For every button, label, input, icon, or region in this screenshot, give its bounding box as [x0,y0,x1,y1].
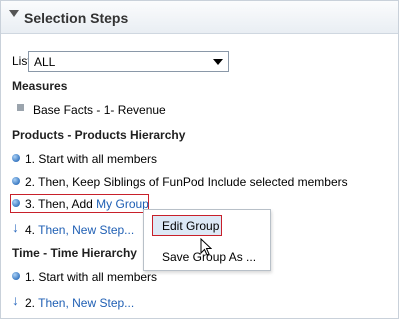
products-heading: Products - Products Hierarchy [12,128,186,142]
mouse-cursor-icon [200,238,212,256]
time-step-1-label: 1. Start with all members [25,270,158,284]
list-select-value: ALL [34,55,56,69]
products-step-2-label: 2. Then, Keep Siblings of FunPod Include… [25,175,348,189]
products-step-4-label: 4. Then, New Step... [25,223,134,237]
time-step-2-label: 2. Then, New Step... [25,296,134,310]
step-4-prefix: 4. [25,223,39,237]
list-select[interactable]: ALL [28,51,229,72]
edit-group-menu-item[interactable]: Edit Group [152,215,222,236]
edit-group-label: Edit Group [162,219,220,233]
dropdown-arrow-icon[interactable] [213,59,223,65]
products-step-1-label: 1. Start with all members [25,152,158,166]
square-bullet-icon [17,104,24,111]
down-arrow-icon: ↓ [12,292,19,308]
down-arrow-icon: ↓ [12,219,19,235]
blue-bullet-icon [12,177,20,185]
time-new-step-link[interactable]: Then, New Step... [38,296,134,310]
blue-bullet-icon [12,199,20,207]
panel-title: Selection Steps [24,10,129,26]
panel-header[interactable]: Selection Steps [1,1,398,34]
time-step-2-prefix: 2. [25,296,39,310]
selection-steps-panel: Selection Steps List ALL Measures Base F… [0,0,399,319]
products-step-3-label: 3. Then, Add My Group [25,197,149,211]
blue-bullet-icon [12,154,20,162]
products-new-step-link[interactable]: Then, New Step... [38,223,134,237]
measures-heading: Measures [12,79,68,93]
step-3-prefix: 3. Then, Add [25,197,97,211]
my-group-link[interactable]: My Group [96,197,149,211]
measures-item-label: Base Facts - 1- Revenue [33,103,166,117]
time-heading: Time - Time Hierarchy [12,246,137,260]
blue-bullet-icon [12,272,20,280]
